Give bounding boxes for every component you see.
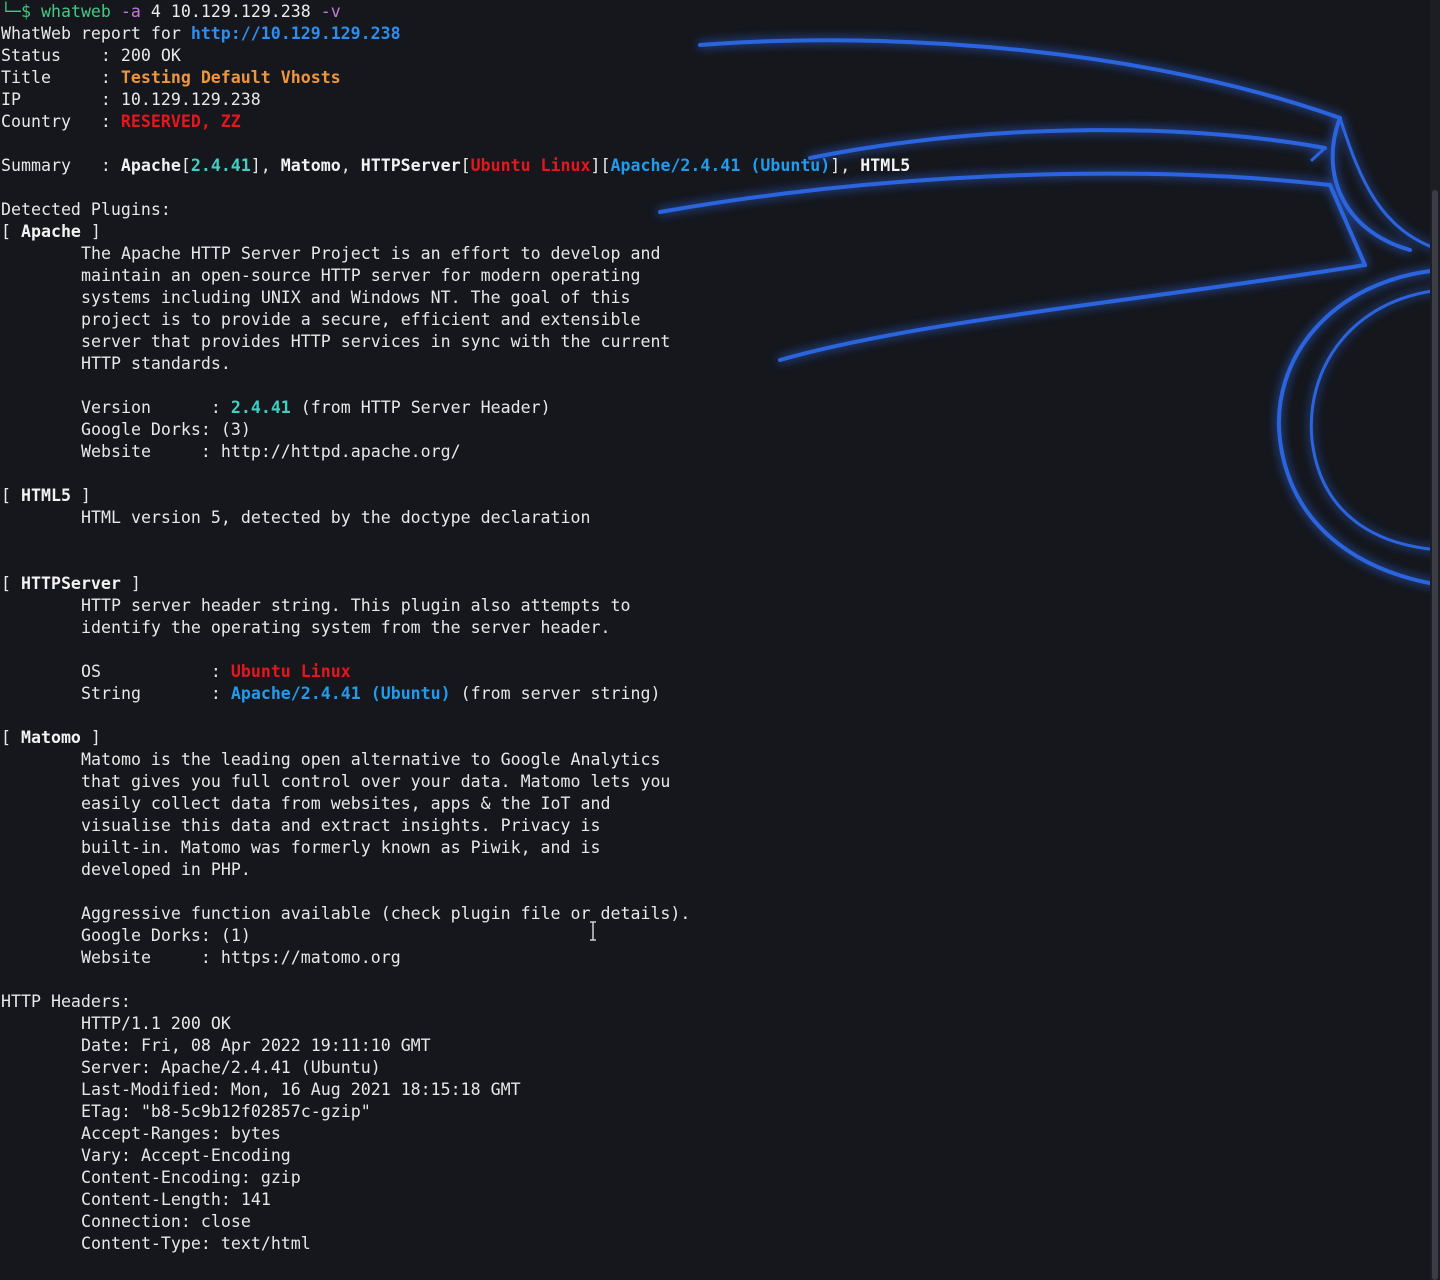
- report-heading: WhatWeb report for http://10.129.129.238: [1, 24, 401, 43]
- httpserver-os-row: OS : Ubuntu Linux: [81, 662, 351, 681]
- plugin-desc-line: The Apache HTTP Server Project is an eff…: [81, 244, 661, 263]
- scrollbar-thumb[interactable]: [1432, 190, 1438, 1280]
- terminal-output: └─$ whatweb -a 4 10.129.129.238 -v WhatW…: [1, 1, 910, 1255]
- command-prompt: └─$ whatweb -a 4 10.129.129.238 -v: [1, 2, 341, 21]
- plugin-desc-line: HTML version 5, detected by the doctype …: [81, 508, 591, 527]
- title-row: Title : Testing Default Vhosts: [1, 68, 341, 87]
- apache-version-row: Version : 2.4.41 (from HTTP Server Heade…: [81, 398, 551, 417]
- header-line: Last-Modified: Mon, 16 Aug 2021 18:15:18…: [81, 1080, 521, 1099]
- matomo-website-row: Website : https://matomo.org: [81, 948, 401, 967]
- report-url-link[interactable]: http://10.129.129.238: [191, 24, 401, 43]
- ip-row: IP : 10.129.129.238: [1, 90, 261, 109]
- scrollbar[interactable]: [1430, 0, 1440, 1280]
- plugin-desc-line: HTTP server header string. This plugin a…: [81, 596, 631, 615]
- plugin-desc-line: visualise this data and extract insights…: [81, 816, 601, 835]
- plugin-desc-line: project is to provide a secure, efficien…: [81, 310, 641, 329]
- summary-row: Summary : Apache[2.4.41], Matomo, HTTPSe…: [1, 156, 911, 175]
- plugin-html5-title: [ HTML5 ]: [1, 486, 91, 505]
- header-line: Date: Fri, 08 Apr 2022 19:11:10 GMT: [81, 1036, 431, 1055]
- header-line: Server: Apache/2.4.41 (Ubuntu): [81, 1058, 381, 1077]
- plugin-desc-line: easily collect data from websites, apps …: [81, 794, 611, 813]
- header-line: HTTP/1.1 200 OK: [81, 1014, 231, 1033]
- plugin-desc-line: maintain an open-source HTTP server for …: [81, 266, 641, 285]
- header-line: ETag: "b8-5c9b12f02857c-gzip": [81, 1102, 371, 1121]
- status-row: Status : 200 OK: [1, 46, 181, 65]
- header-line: Content-Length: 141: [81, 1190, 271, 1209]
- plugin-desc-line: that gives you full control over your da…: [81, 772, 671, 791]
- i-beam-cursor-icon: [590, 921, 596, 941]
- matomo-aggressive-row: Aggressive function available (check plu…: [81, 904, 691, 923]
- plugin-matomo-title: [ Matomo ]: [1, 728, 101, 747]
- plugin-desc-line: built-in. Matomo was formerly known as P…: [81, 838, 601, 857]
- header-line: Accept-Ranges: bytes: [81, 1124, 281, 1143]
- matomo-dorks-row: Google Dorks: (1): [81, 926, 251, 945]
- plugin-apache-title: [ Apache ]: [1, 222, 101, 241]
- detected-plugins-heading: Detected Plugins:: [1, 200, 171, 219]
- apache-website-row: Website : http://httpd.apache.org/: [81, 442, 461, 461]
- header-line: Connection: close: [81, 1212, 251, 1231]
- plugin-httpserver-title: [ HTTPServer ]: [1, 574, 141, 593]
- httpserver-string-row: String : Apache/2.4.41 (Ubuntu) (from se…: [81, 684, 661, 703]
- header-line: Vary: Accept-Encoding: [81, 1146, 291, 1165]
- plugin-desc-line: identify the operating system from the s…: [81, 618, 611, 637]
- plugin-desc-line: server that provides HTTP services in sy…: [81, 332, 671, 351]
- apache-dorks-row: Google Dorks: (3): [81, 420, 251, 439]
- plugin-desc-line: systems including UNIX and Windows NT. T…: [81, 288, 631, 307]
- header-line: Content-Encoding: gzip: [81, 1168, 301, 1187]
- plugin-desc-line: HTTP standards.: [81, 354, 231, 373]
- header-line: Content-Type: text/html: [81, 1234, 311, 1253]
- http-headers-heading: HTTP Headers:: [1, 992, 131, 1011]
- plugin-desc-line: developed in PHP.: [81, 860, 251, 879]
- plugin-desc-line: Matomo is the leading open alternative t…: [81, 750, 661, 769]
- country-row: Country : RESERVED, ZZ: [1, 112, 241, 131]
